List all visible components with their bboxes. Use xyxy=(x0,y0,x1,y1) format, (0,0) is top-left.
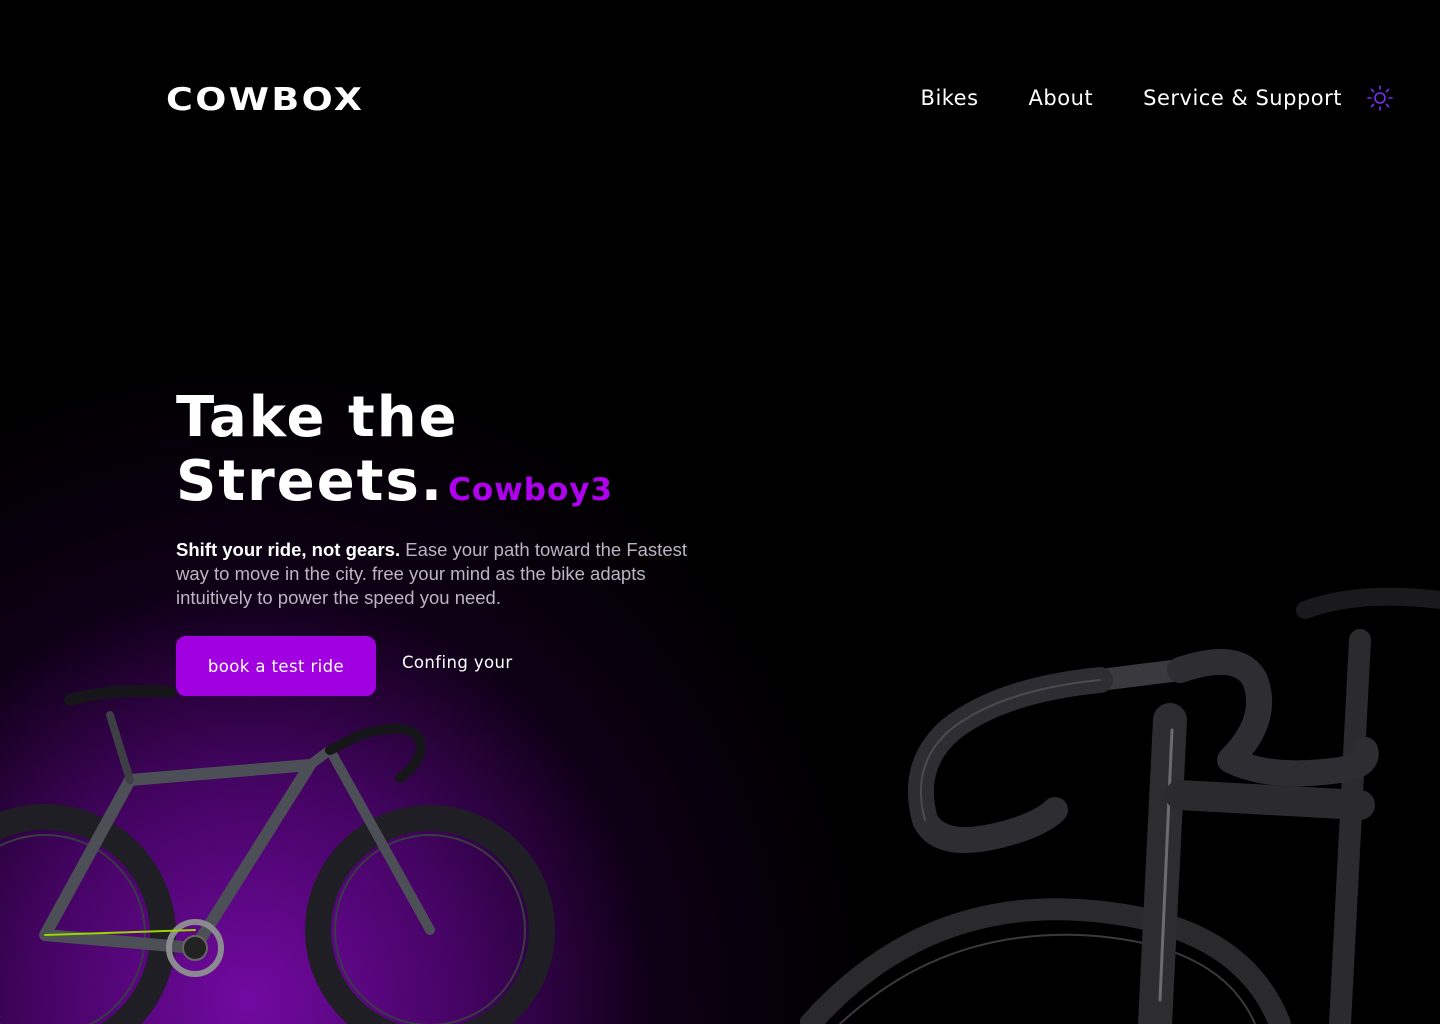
sun-icon xyxy=(1367,85,1393,111)
hero-description-bold: Shift your ride, not gears. xyxy=(176,539,401,560)
bike-image-right xyxy=(800,587,1440,1024)
theme-toggle-button[interactable] xyxy=(1366,84,1394,112)
hero-brand-name: Cowboy3 xyxy=(448,472,614,508)
nav-link-service-support[interactable]: Service & Support xyxy=(1143,86,1342,110)
bike-image-left xyxy=(0,685,555,1024)
nav-link-bikes[interactable]: Bikes xyxy=(921,86,979,110)
nav-link-about[interactable]: About xyxy=(1029,86,1094,110)
hero-title-line1: Take the xyxy=(176,385,459,450)
main-nav: Bikes About Service & Support xyxy=(921,84,1394,112)
hero-title: Take the Streets. Cowboy3 xyxy=(176,386,613,522)
hero-description: Shift your ride, not gears. Ease your pa… xyxy=(176,538,696,610)
hero-title-line2: Streets. xyxy=(176,449,445,514)
logo[interactable]: COWBOX xyxy=(166,82,364,118)
